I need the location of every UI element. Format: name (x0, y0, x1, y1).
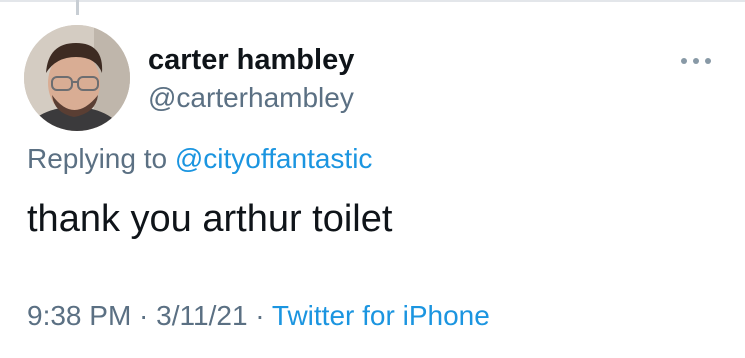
tweet-card: carter hambley @carterhambley Replying t… (0, 0, 745, 358)
avatar-image (24, 25, 130, 131)
tweet-text: thank you arthur toilet (27, 198, 393, 240)
thread-connector-line (76, 0, 79, 15)
replying-to-line: Replying to @cityoffantastic (27, 143, 372, 175)
display-name[interactable]: carter hambley (148, 44, 354, 77)
reply-mention-link[interactable]: @cityoffantastic (175, 143, 373, 174)
tweet-metadata: 9:38 PM · 3/11/21 · Twitter for iPhone (27, 300, 490, 332)
meta-separator: · (247, 300, 272, 331)
tweet-source-link[interactable]: Twitter for iPhone (272, 300, 490, 331)
user-handle[interactable]: @carterhambley (148, 82, 354, 114)
avatar[interactable] (24, 25, 130, 131)
divider (0, 0, 745, 2)
meta-separator: · (131, 300, 157, 331)
tweet-date[interactable]: 3/11/21 (156, 300, 247, 331)
tweet-time[interactable]: 9:38 PM (27, 300, 131, 331)
more-options-icon[interactable] (679, 54, 713, 66)
replying-to-label: Replying to (27, 143, 175, 174)
